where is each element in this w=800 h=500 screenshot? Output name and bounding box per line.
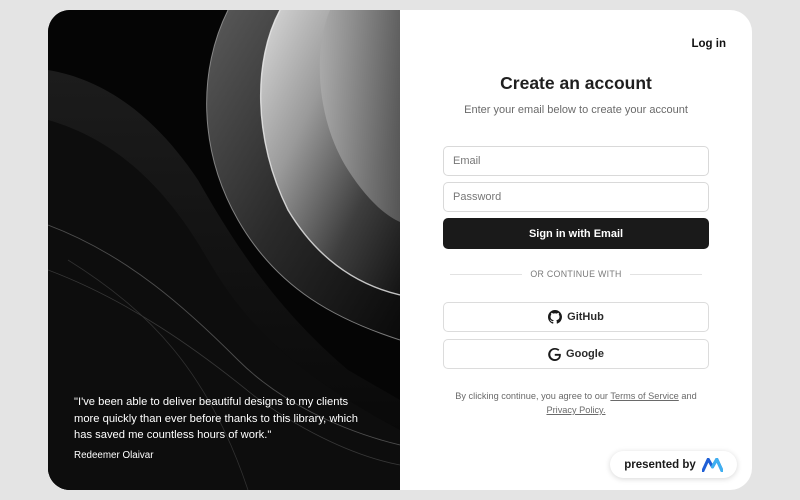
legal-notice: By clicking continue, you agree to our T… [440, 389, 712, 417]
divider-line-right [629, 273, 703, 275]
email-field[interactable] [443, 146, 709, 176]
testimonial-quote: "I've been able to deliver beautiful des… [74, 396, 358, 441]
google-button-label: Google [566, 348, 604, 360]
divider-label: OR CONTINUE WITH [530, 269, 622, 279]
password-field[interactable] [443, 182, 709, 212]
divider-line-left [450, 273, 523, 275]
github-button-label: GitHub [567, 311, 604, 323]
page-title: Create an account [500, 73, 652, 93]
page-subtitle: Enter your email below to create your ac… [464, 104, 688, 116]
presented-by-badge[interactable]: presented by [610, 451, 737, 478]
testimonial-panel: "I've been able to deliver beautiful des… [48, 10, 400, 490]
login-link[interactable]: Log in [692, 38, 727, 50]
terms-of-service-link[interactable]: Terms of Service [610, 391, 678, 401]
legal-and: and [681, 391, 697, 401]
github-icon [548, 310, 563, 324]
presented-by-label: presented by [624, 458, 696, 471]
github-button[interactable]: GitHub [443, 302, 709, 332]
sign-in-with-email-button[interactable]: Sign in with Email [443, 218, 709, 249]
google-button[interactable]: Google [443, 339, 709, 369]
legal-prefix: By clicking continue, you agree to our [455, 391, 608, 401]
signup-form-panel: Log in Create an account Enter your emai… [400, 10, 752, 490]
signup-card: "I've been able to deliver beautiful des… [48, 10, 752, 490]
privacy-policy-link[interactable]: Privacy Policy. [546, 405, 605, 415]
testimonial-author: Redeemer Olaivar [74, 450, 154, 461]
google-icon [548, 347, 561, 361]
brand-logo-icon [701, 457, 723, 472]
continue-with-divider: OR CONTINUE WITH [450, 269, 703, 279]
